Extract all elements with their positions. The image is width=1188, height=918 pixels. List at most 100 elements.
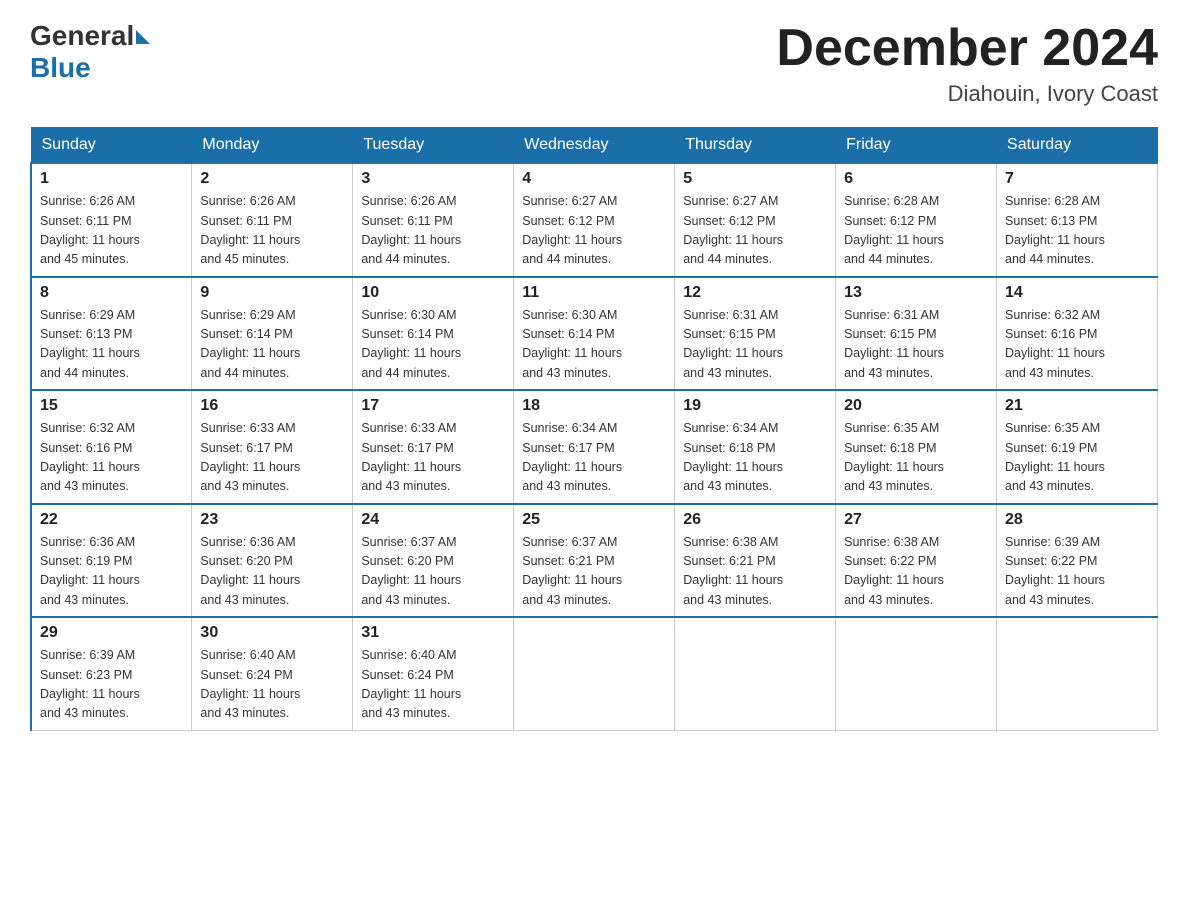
day-info: Sunrise: 6:28 AMSunset: 6:12 PMDaylight:…: [844, 194, 944, 266]
calendar-cell: 15 Sunrise: 6:32 AMSunset: 6:16 PMDaylig…: [31, 390, 192, 504]
day-number: 14: [1005, 284, 1149, 302]
calendar-cell: 2 Sunrise: 6:26 AMSunset: 6:11 PMDayligh…: [192, 163, 353, 277]
day-number: 28: [1005, 511, 1149, 529]
day-info: Sunrise: 6:39 AMSunset: 6:23 PMDaylight:…: [40, 648, 140, 720]
day-info: Sunrise: 6:26 AMSunset: 6:11 PMDaylight:…: [361, 194, 461, 266]
day-number: 17: [361, 397, 505, 415]
day-number: 31: [361, 624, 505, 642]
calendar-cell: 30 Sunrise: 6:40 AMSunset: 6:24 PMDaylig…: [192, 617, 353, 730]
calendar-cell: 6 Sunrise: 6:28 AMSunset: 6:12 PMDayligh…: [836, 163, 997, 277]
header-saturday: Saturday: [997, 128, 1158, 164]
calendar-cell: 21 Sunrise: 6:35 AMSunset: 6:19 PMDaylig…: [997, 390, 1158, 504]
calendar-cell: 26 Sunrise: 6:38 AMSunset: 6:21 PMDaylig…: [675, 504, 836, 618]
calendar-cell: 27 Sunrise: 6:38 AMSunset: 6:22 PMDaylig…: [836, 504, 997, 618]
location-text: Diahouin, Ivory Coast: [776, 81, 1158, 107]
day-number: 27: [844, 511, 988, 529]
day-info: Sunrise: 6:35 AMSunset: 6:18 PMDaylight:…: [844, 421, 944, 493]
day-info: Sunrise: 6:39 AMSunset: 6:22 PMDaylight:…: [1005, 535, 1105, 607]
calendar-week-2: 8 Sunrise: 6:29 AMSunset: 6:13 PMDayligh…: [31, 277, 1158, 391]
calendar-table: Sunday Monday Tuesday Wednesday Thursday…: [30, 127, 1158, 731]
calendar-cell: 18 Sunrise: 6:34 AMSunset: 6:17 PMDaylig…: [514, 390, 675, 504]
logo-blue-text: Blue: [30, 52, 150, 84]
header-monday: Monday: [192, 128, 353, 164]
day-number: 11: [522, 284, 666, 302]
day-number: 5: [683, 170, 827, 188]
calendar-cell: 4 Sunrise: 6:27 AMSunset: 6:12 PMDayligh…: [514, 163, 675, 277]
calendar-cell: 12 Sunrise: 6:31 AMSunset: 6:15 PMDaylig…: [675, 277, 836, 391]
day-info: Sunrise: 6:36 AMSunset: 6:19 PMDaylight:…: [40, 535, 140, 607]
calendar-cell: [997, 617, 1158, 730]
calendar-cell: 10 Sunrise: 6:30 AMSunset: 6:14 PMDaylig…: [353, 277, 514, 391]
day-number: 29: [40, 624, 183, 642]
day-number: 10: [361, 284, 505, 302]
calendar-cell: 1 Sunrise: 6:26 AMSunset: 6:11 PMDayligh…: [31, 163, 192, 277]
day-info: Sunrise: 6:28 AMSunset: 6:13 PMDaylight:…: [1005, 194, 1105, 266]
day-number: 21: [1005, 397, 1149, 415]
day-number: 18: [522, 397, 666, 415]
weekday-header-row: Sunday Monday Tuesday Wednesday Thursday…: [31, 128, 1158, 164]
day-info: Sunrise: 6:35 AMSunset: 6:19 PMDaylight:…: [1005, 421, 1105, 493]
calendar-cell: 23 Sunrise: 6:36 AMSunset: 6:20 PMDaylig…: [192, 504, 353, 618]
day-info: Sunrise: 6:37 AMSunset: 6:21 PMDaylight:…: [522, 535, 622, 607]
day-info: Sunrise: 6:38 AMSunset: 6:22 PMDaylight:…: [844, 535, 944, 607]
day-number: 22: [40, 511, 183, 529]
calendar-cell: 31 Sunrise: 6:40 AMSunset: 6:24 PMDaylig…: [353, 617, 514, 730]
calendar-cell: 24 Sunrise: 6:37 AMSunset: 6:20 PMDaylig…: [353, 504, 514, 618]
day-info: Sunrise: 6:33 AMSunset: 6:17 PMDaylight:…: [361, 421, 461, 493]
day-number: 26: [683, 511, 827, 529]
day-number: 20: [844, 397, 988, 415]
day-number: 19: [683, 397, 827, 415]
page-header: General Blue December 2024 Diahouin, Ivo…: [30, 20, 1158, 107]
day-info: Sunrise: 6:31 AMSunset: 6:15 PMDaylight:…: [844, 308, 944, 380]
day-info: Sunrise: 6:26 AMSunset: 6:11 PMDaylight:…: [40, 194, 140, 266]
logo-arrow-icon: [136, 30, 150, 44]
day-info: Sunrise: 6:34 AMSunset: 6:18 PMDaylight:…: [683, 421, 783, 493]
calendar-cell: 16 Sunrise: 6:33 AMSunset: 6:17 PMDaylig…: [192, 390, 353, 504]
calendar-cell: 7 Sunrise: 6:28 AMSunset: 6:13 PMDayligh…: [997, 163, 1158, 277]
calendar-cell: 20 Sunrise: 6:35 AMSunset: 6:18 PMDaylig…: [836, 390, 997, 504]
day-info: Sunrise: 6:36 AMSunset: 6:20 PMDaylight:…: [200, 535, 300, 607]
header-tuesday: Tuesday: [353, 128, 514, 164]
calendar-week-5: 29 Sunrise: 6:39 AMSunset: 6:23 PMDaylig…: [31, 617, 1158, 730]
day-info: Sunrise: 6:30 AMSunset: 6:14 PMDaylight:…: [522, 308, 622, 380]
day-info: Sunrise: 6:38 AMSunset: 6:21 PMDaylight:…: [683, 535, 783, 607]
day-number: 4: [522, 170, 666, 188]
calendar-cell: 17 Sunrise: 6:33 AMSunset: 6:17 PMDaylig…: [353, 390, 514, 504]
day-info: Sunrise: 6:32 AMSunset: 6:16 PMDaylight:…: [1005, 308, 1105, 380]
logo-general-text: General: [30, 20, 134, 52]
calendar-cell: 25 Sunrise: 6:37 AMSunset: 6:21 PMDaylig…: [514, 504, 675, 618]
day-number: 25: [522, 511, 666, 529]
calendar-cell: 13 Sunrise: 6:31 AMSunset: 6:15 PMDaylig…: [836, 277, 997, 391]
day-number: 13: [844, 284, 988, 302]
calendar-cell: 3 Sunrise: 6:26 AMSunset: 6:11 PMDayligh…: [353, 163, 514, 277]
calendar-week-1: 1 Sunrise: 6:26 AMSunset: 6:11 PMDayligh…: [31, 163, 1158, 277]
calendar-cell: [675, 617, 836, 730]
header-thursday: Thursday: [675, 128, 836, 164]
day-number: 24: [361, 511, 505, 529]
header-wednesday: Wednesday: [514, 128, 675, 164]
title-block: December 2024 Diahouin, Ivory Coast: [776, 20, 1158, 107]
day-number: 2: [200, 170, 344, 188]
day-info: Sunrise: 6:30 AMSunset: 6:14 PMDaylight:…: [361, 308, 461, 380]
day-number: 8: [40, 284, 183, 302]
calendar-cell: 8 Sunrise: 6:29 AMSunset: 6:13 PMDayligh…: [31, 277, 192, 391]
calendar-cell: [514, 617, 675, 730]
day-info: Sunrise: 6:33 AMSunset: 6:17 PMDaylight:…: [200, 421, 300, 493]
day-number: 7: [1005, 170, 1149, 188]
day-number: 30: [200, 624, 344, 642]
calendar-week-3: 15 Sunrise: 6:32 AMSunset: 6:16 PMDaylig…: [31, 390, 1158, 504]
day-number: 6: [844, 170, 988, 188]
day-number: 1: [40, 170, 183, 188]
header-sunday: Sunday: [31, 128, 192, 164]
day-info: Sunrise: 6:37 AMSunset: 6:20 PMDaylight:…: [361, 535, 461, 607]
day-info: Sunrise: 6:27 AMSunset: 6:12 PMDaylight:…: [522, 194, 622, 266]
calendar-cell: 9 Sunrise: 6:29 AMSunset: 6:14 PMDayligh…: [192, 277, 353, 391]
calendar-cell: 11 Sunrise: 6:30 AMSunset: 6:14 PMDaylig…: [514, 277, 675, 391]
calendar-cell: [836, 617, 997, 730]
calendar-week-4: 22 Sunrise: 6:36 AMSunset: 6:19 PMDaylig…: [31, 504, 1158, 618]
day-info: Sunrise: 6:32 AMSunset: 6:16 PMDaylight:…: [40, 421, 140, 493]
month-title: December 2024: [776, 20, 1158, 77]
day-info: Sunrise: 6:40 AMSunset: 6:24 PMDaylight:…: [200, 648, 300, 720]
calendar-cell: 22 Sunrise: 6:36 AMSunset: 6:19 PMDaylig…: [31, 504, 192, 618]
day-number: 16: [200, 397, 344, 415]
